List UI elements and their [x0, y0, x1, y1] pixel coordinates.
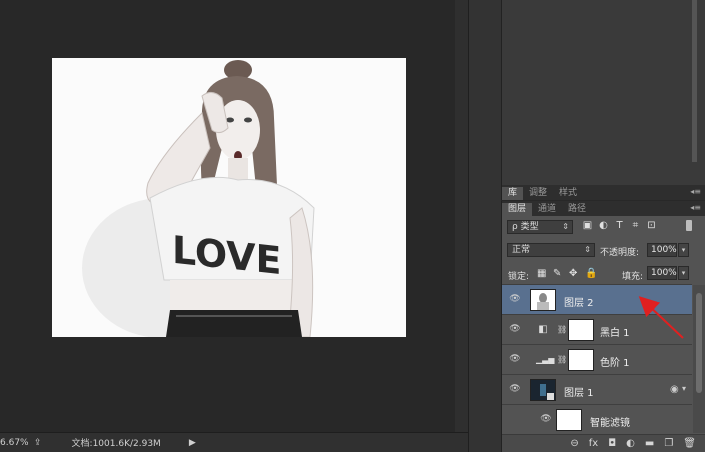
link-icon[interactable]: ⛓ [557, 324, 567, 336]
smart-filter-badge-icon: ◉ [670, 384, 679, 395]
opacity-label: 不透明度: [600, 248, 640, 258]
canvas-area[interactable]: LOVE [0, 0, 455, 432]
filter-kind-select[interactable]: ρ 类型 ⇕ [507, 220, 573, 234]
layer-row-layer2[interactable]: 👁 图层 2 [502, 285, 692, 315]
layers-tabbar: 图层 通道 路径 ◂≡ [501, 201, 705, 216]
shape-filter-icon[interactable]: ⌗ [630, 220, 641, 231]
blend-mode-label: 正常 [512, 245, 531, 255]
layers-scrollbar[interactable] [693, 285, 705, 433]
layer-row-levels1[interactable]: 👁 ▁▃▅ ⛓ 色阶 1 [502, 345, 692, 375]
layer-name[interactable]: 智能滤镜 [590, 414, 630, 429]
lock-brush-icon[interactable]: ✎ [553, 268, 561, 279]
lock-all-icon[interactable]: 🔒 [585, 268, 597, 279]
tab-paths[interactable]: 路径 [562, 203, 592, 216]
fill-field[interactable]: 100% [647, 266, 677, 280]
lock-move-icon[interactable]: ✥ [569, 268, 577, 279]
layer-name[interactable]: 黑白 1 [600, 324, 630, 339]
smart-object-filter-icon[interactable]: ⊡ [646, 220, 657, 231]
lock-label: 锁定: [508, 272, 530, 282]
lock-transparent-icon[interactable]: ▦ [537, 268, 546, 279]
doc-info: 文档:1001.6K/2.93M [71, 439, 161, 449]
layer-row-layer1[interactable]: 👁 图层 1 ◉ ▾ [502, 375, 692, 405]
fill-dropdown-icon[interactable]: ▾ [678, 266, 689, 280]
layer-mask-thumbnail[interactable] [568, 319, 594, 341]
layer-row-smart-filters[interactable]: 👁 智能滤镜 [502, 405, 692, 433]
layer-row-bw1[interactable]: 👁 ◧ ⛓ 黑白 1 [502, 315, 692, 345]
upper-tabbar: 库 调整 样式 ◂≡ [501, 185, 705, 200]
layer-name[interactable]: 图层 1 [564, 384, 594, 399]
document-image[interactable]: LOVE [52, 58, 406, 337]
tab-styles[interactable]: 样式 [553, 187, 583, 200]
eye-icon[interactable]: 👁 [509, 324, 521, 334]
dock-spacer [468, 0, 501, 452]
mask-icon[interactable]: ◘ [608, 438, 616, 449]
layer-name[interactable]: 图层 2 [564, 294, 594, 309]
tab-library[interactable]: 库 [502, 187, 524, 200]
photo-figure: LOVE [82, 60, 315, 337]
eye-icon[interactable]: 👁 [540, 414, 552, 424]
trash-icon[interactable]: 🗑 [683, 438, 696, 449]
link-layers-icon[interactable]: ⊖ [570, 438, 578, 449]
levels-adjustment-icon: ▁▃▅ [536, 355, 555, 364]
opacity-field[interactable]: 100% [647, 243, 677, 257]
export-icon[interactable]: ⇪ [34, 438, 42, 448]
black-white-adjustment-icon: ◧ [538, 324, 548, 335]
filter-mask-thumbnail[interactable] [556, 409, 582, 431]
scroll-thumb[interactable] [696, 293, 702, 393]
upper-panel [501, 0, 705, 185]
blend-mode-select[interactable]: 正常 ⇕ [507, 243, 595, 257]
adjustment-filter-icon[interactable]: ◐ [598, 220, 609, 231]
pixel-filter-icon[interactable]: ▣ [582, 220, 593, 231]
tab-channels[interactable]: 通道 [532, 203, 562, 216]
link-icon[interactable]: ⛓ [557, 354, 567, 366]
status-bar: 6.67% ⇪ 文档:1001.6K/2.93M ▶ [0, 432, 468, 452]
canvas-scrollbar[interactable] [455, 0, 468, 432]
chevron-down-icon: ⇕ [562, 222, 569, 231]
tab-layers[interactable]: 图层 [502, 203, 533, 216]
zoom-level[interactable]: 6.67% [0, 438, 29, 448]
layers-footer: ⊖ fx ◘ ◐ ▬ ❐ 🗑 [502, 434, 705, 452]
upper-panel-scrollbar[interactable] [692, 0, 697, 162]
layers-menu-icon[interactable]: ◂≡ [690, 203, 701, 212]
tab-adjustments[interactable]: 调整 [523, 187, 553, 200]
eye-icon[interactable]: 👁 [509, 384, 521, 394]
new-layer-icon[interactable]: ❐ [664, 438, 673, 449]
layer-mask-thumbnail[interactable] [568, 349, 594, 371]
filter-toggle-icon[interactable] [686, 220, 692, 231]
fill-label: 填充: [622, 272, 644, 282]
expand-arrow-icon[interactable]: ▾ [682, 384, 686, 393]
layers-panel: ρ 类型 ⇕ ▣ ◐ T ⌗ ⊡ 正常 ⇕ 不透明度: 100% ▾ 锁定: ▦ ✎… [501, 216, 705, 452]
opacity-dropdown-icon[interactable]: ▾ [678, 243, 689, 257]
type-filter-icon[interactable]: T [614, 220, 625, 231]
adjustment-icon[interactable]: ◐ [626, 438, 635, 449]
fx-icon[interactable]: fx [589, 438, 598, 449]
status-menu-arrow-icon[interactable]: ▶ [189, 438, 196, 448]
layer-thumbnail [530, 289, 556, 311]
chevron-down-icon: ⇕ [584, 245, 591, 254]
group-folder-icon[interactable]: ▬ [645, 438, 654, 449]
eye-icon[interactable]: 👁 [509, 294, 521, 304]
filter-kind-label: ρ 类型 [512, 222, 539, 232]
smart-object-thumbnail [530, 379, 556, 401]
panel-menu-icon[interactable]: ◂≡ [690, 187, 701, 196]
layer-name[interactable]: 色阶 1 [600, 354, 630, 369]
eye-icon[interactable]: 👁 [509, 354, 521, 364]
